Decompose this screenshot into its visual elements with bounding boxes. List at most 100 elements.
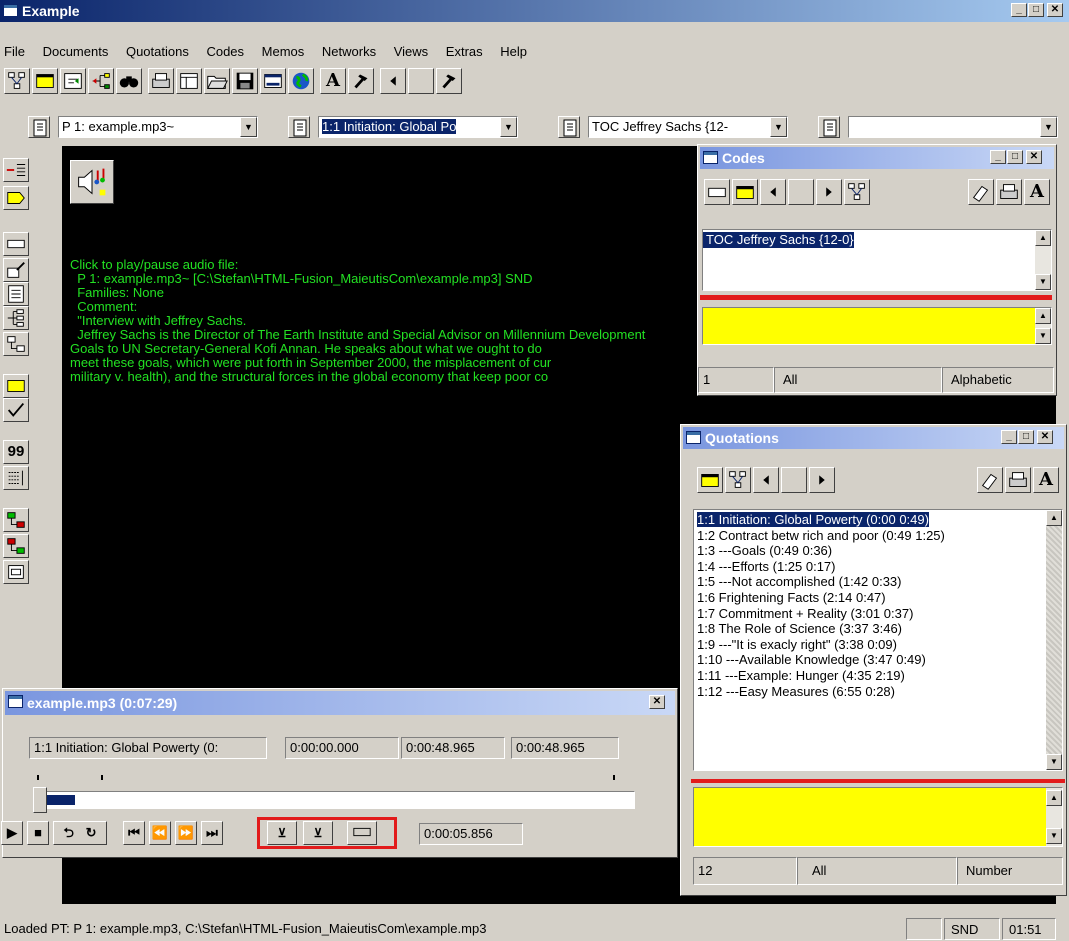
maximize-button[interactable]: □ bbox=[1028, 3, 1044, 17]
codes-filter[interactable]: All bbox=[774, 367, 942, 393]
tree-icon[interactable] bbox=[88, 68, 114, 94]
network-icon[interactable] bbox=[4, 68, 30, 94]
doc-line[interactable]: Click to play/pause audio file: bbox=[70, 258, 645, 272]
menu-extras[interactable]: Extras bbox=[446, 44, 483, 59]
check-icon[interactable] bbox=[3, 398, 29, 422]
hammer-icon[interactable] bbox=[348, 68, 374, 94]
mark-start-icon[interactable]: ⊻ bbox=[267, 821, 297, 845]
scroll-down-icon[interactable]: ▼ bbox=[1046, 754, 1062, 770]
arrow-left-icon[interactable] bbox=[380, 68, 406, 94]
number-icon[interactable]: 99 bbox=[3, 440, 29, 464]
list-item[interactable]: 1:1 Initiation: Global Powerty (0:00 0:4… bbox=[694, 512, 1062, 528]
menu-memos[interactable]: Memos bbox=[262, 44, 305, 59]
quotation-list-icon[interactable] bbox=[288, 116, 310, 138]
mark-end-icon[interactable]: ⊻ bbox=[303, 821, 333, 845]
close-button[interactable]: ✕ bbox=[1037, 430, 1053, 444]
hammer-icon[interactable] bbox=[436, 68, 462, 94]
quotation-icon[interactable] bbox=[704, 179, 730, 205]
menu-views[interactable]: Views bbox=[394, 44, 428, 59]
scroll-up-icon[interactable]: ▲ bbox=[1035, 230, 1051, 246]
maximize-button[interactable]: □ bbox=[1007, 150, 1023, 164]
player-progress-track[interactable] bbox=[33, 791, 635, 809]
stop-icon[interactable]: ■ bbox=[27, 821, 49, 845]
list-code-icon[interactable] bbox=[3, 466, 29, 490]
print-icon[interactable] bbox=[1005, 467, 1031, 493]
font-icon[interactable]: A bbox=[320, 68, 346, 94]
chevron-down-icon[interactable]: ▼ bbox=[500, 117, 517, 137]
minimize-button[interactable]: _ bbox=[1011, 3, 1027, 17]
codes-list[interactable]: TOC Jeffrey Sachs {12-0} ▲ ▼ bbox=[702, 229, 1052, 291]
list-item[interactable]: 1:9 ---"It is exacly right" (3:38 0:09) bbox=[694, 637, 1062, 653]
comment-scrollbar[interactable]: ▲ ▼ bbox=[1035, 308, 1051, 344]
codes-sort[interactable]: Alphabetic bbox=[942, 367, 1054, 393]
quotations-comment-area[interactable]: ▲ ▼ bbox=[693, 787, 1063, 847]
globe-icon[interactable] bbox=[288, 68, 314, 94]
quotation-select[interactable]: 1:1 Initiation: Global Po ▼ bbox=[318, 116, 518, 138]
code-list-icon[interactable] bbox=[558, 116, 580, 138]
menu-file[interactable]: File bbox=[4, 44, 25, 59]
quotations-scrollbar[interactable]: ▲ ▼ bbox=[1046, 510, 1062, 770]
close-button[interactable]: ✕ bbox=[649, 695, 665, 709]
menu-documents[interactable]: Documents bbox=[43, 44, 109, 59]
menu-help[interactable]: Help bbox=[500, 44, 527, 59]
scroll-down-icon[interactable]: ▼ bbox=[1035, 274, 1051, 290]
network-icon[interactable] bbox=[844, 179, 870, 205]
list-item[interactable]: 1:3 ---Goals (0:49 0:36) bbox=[694, 543, 1062, 559]
menu-quotations[interactable]: Quotations bbox=[126, 44, 189, 59]
arrow-right-icon[interactable] bbox=[816, 179, 842, 205]
skip-end-icon[interactable]: ⏭ bbox=[201, 821, 223, 845]
maximize-button[interactable]: □ bbox=[1018, 430, 1034, 444]
list-item[interactable]: 1:11 ---Example: Hunger (4:35 2:19) bbox=[694, 668, 1062, 684]
network-link-alt-icon[interactable] bbox=[3, 534, 29, 558]
chevron-down-icon[interactable]: ▼ bbox=[1040, 117, 1057, 137]
font-icon[interactable]: A bbox=[1033, 467, 1059, 493]
codes-scrollbar[interactable]: ▲ ▼ bbox=[1035, 230, 1051, 290]
scroll-down-icon[interactable]: ▼ bbox=[1046, 828, 1062, 844]
quotations-filter[interactable]: All bbox=[797, 857, 957, 885]
blank-button[interactable] bbox=[788, 179, 814, 205]
open-folder-icon[interactable] bbox=[204, 68, 230, 94]
list-item[interactable]: 1:12 ---Easy Measures (6:55 0:28) bbox=[694, 684, 1062, 700]
scroll-up-icon[interactable]: ▲ bbox=[1035, 308, 1051, 324]
list-item[interactable]: 1:5 ---Not accomplished (1:42 0:33) bbox=[694, 574, 1062, 590]
close-button[interactable]: ✕ bbox=[1026, 150, 1042, 164]
chevron-down-icon[interactable]: ▼ bbox=[770, 117, 787, 137]
arrow-left-icon[interactable] bbox=[760, 179, 786, 205]
memo-select[interactable]: ▼ bbox=[848, 116, 1058, 138]
player-title-bar[interactable]: example.mp3 (0:07:29) ✕ bbox=[5, 691, 675, 715]
comment-scrollbar[interactable]: ▲ ▼ bbox=[1046, 788, 1062, 846]
font-icon[interactable]: A bbox=[1024, 179, 1050, 205]
list-item[interactable]: 1:4 ---Efforts (1:25 0:17) bbox=[694, 559, 1062, 575]
minimize-button[interactable]: _ bbox=[1001, 430, 1017, 444]
tool-blank-button[interactable] bbox=[408, 68, 434, 94]
memo-icon[interactable] bbox=[732, 179, 758, 205]
link-icon[interactable] bbox=[3, 332, 29, 356]
arrow-right-icon[interactable] bbox=[809, 467, 835, 493]
blank-button[interactable] bbox=[781, 467, 807, 493]
list-item[interactable]: TOC Jeffrey Sachs {12-0} bbox=[703, 232, 854, 248]
print-icon[interactable] bbox=[996, 179, 1022, 205]
rewind-icon[interactable]: ⏪ bbox=[149, 821, 171, 845]
edit-icon[interactable] bbox=[3, 258, 29, 282]
minimize-button[interactable]: _ bbox=[990, 150, 1006, 164]
scroll-down-icon[interactable]: ▼ bbox=[1035, 328, 1051, 344]
close-button[interactable]: ✕ bbox=[1047, 3, 1063, 17]
create-quotation-icon[interactable] bbox=[347, 821, 377, 845]
code-selection-icon[interactable] bbox=[3, 158, 29, 182]
scroll-up-icon[interactable]: ▲ bbox=[1046, 510, 1062, 526]
text-align-icon[interactable] bbox=[3, 282, 29, 306]
list-item[interactable]: 1:10 ---Available Knowledge (3:47 0:49) bbox=[694, 652, 1062, 668]
memo-list-icon[interactable] bbox=[818, 116, 840, 138]
document-list-icon[interactable] bbox=[28, 116, 50, 138]
memo-icon[interactable] bbox=[697, 467, 723, 493]
export-icon[interactable] bbox=[60, 68, 86, 94]
loop-button[interactable]: ⮌ ↻ bbox=[53, 821, 107, 845]
player-position-thumb[interactable] bbox=[33, 787, 47, 813]
menu-codes[interactable]: Codes bbox=[206, 44, 244, 59]
skip-start-icon[interactable]: ⏮ bbox=[123, 821, 145, 845]
window-icon[interactable] bbox=[32, 68, 58, 94]
chevron-down-icon[interactable]: ▼ bbox=[240, 117, 257, 137]
quotation-icon[interactable] bbox=[3, 232, 29, 256]
speaker-icon[interactable] bbox=[70, 160, 114, 204]
list-item[interactable]: 1:2 Contract betw rich and poor (0:49 1:… bbox=[694, 528, 1062, 544]
